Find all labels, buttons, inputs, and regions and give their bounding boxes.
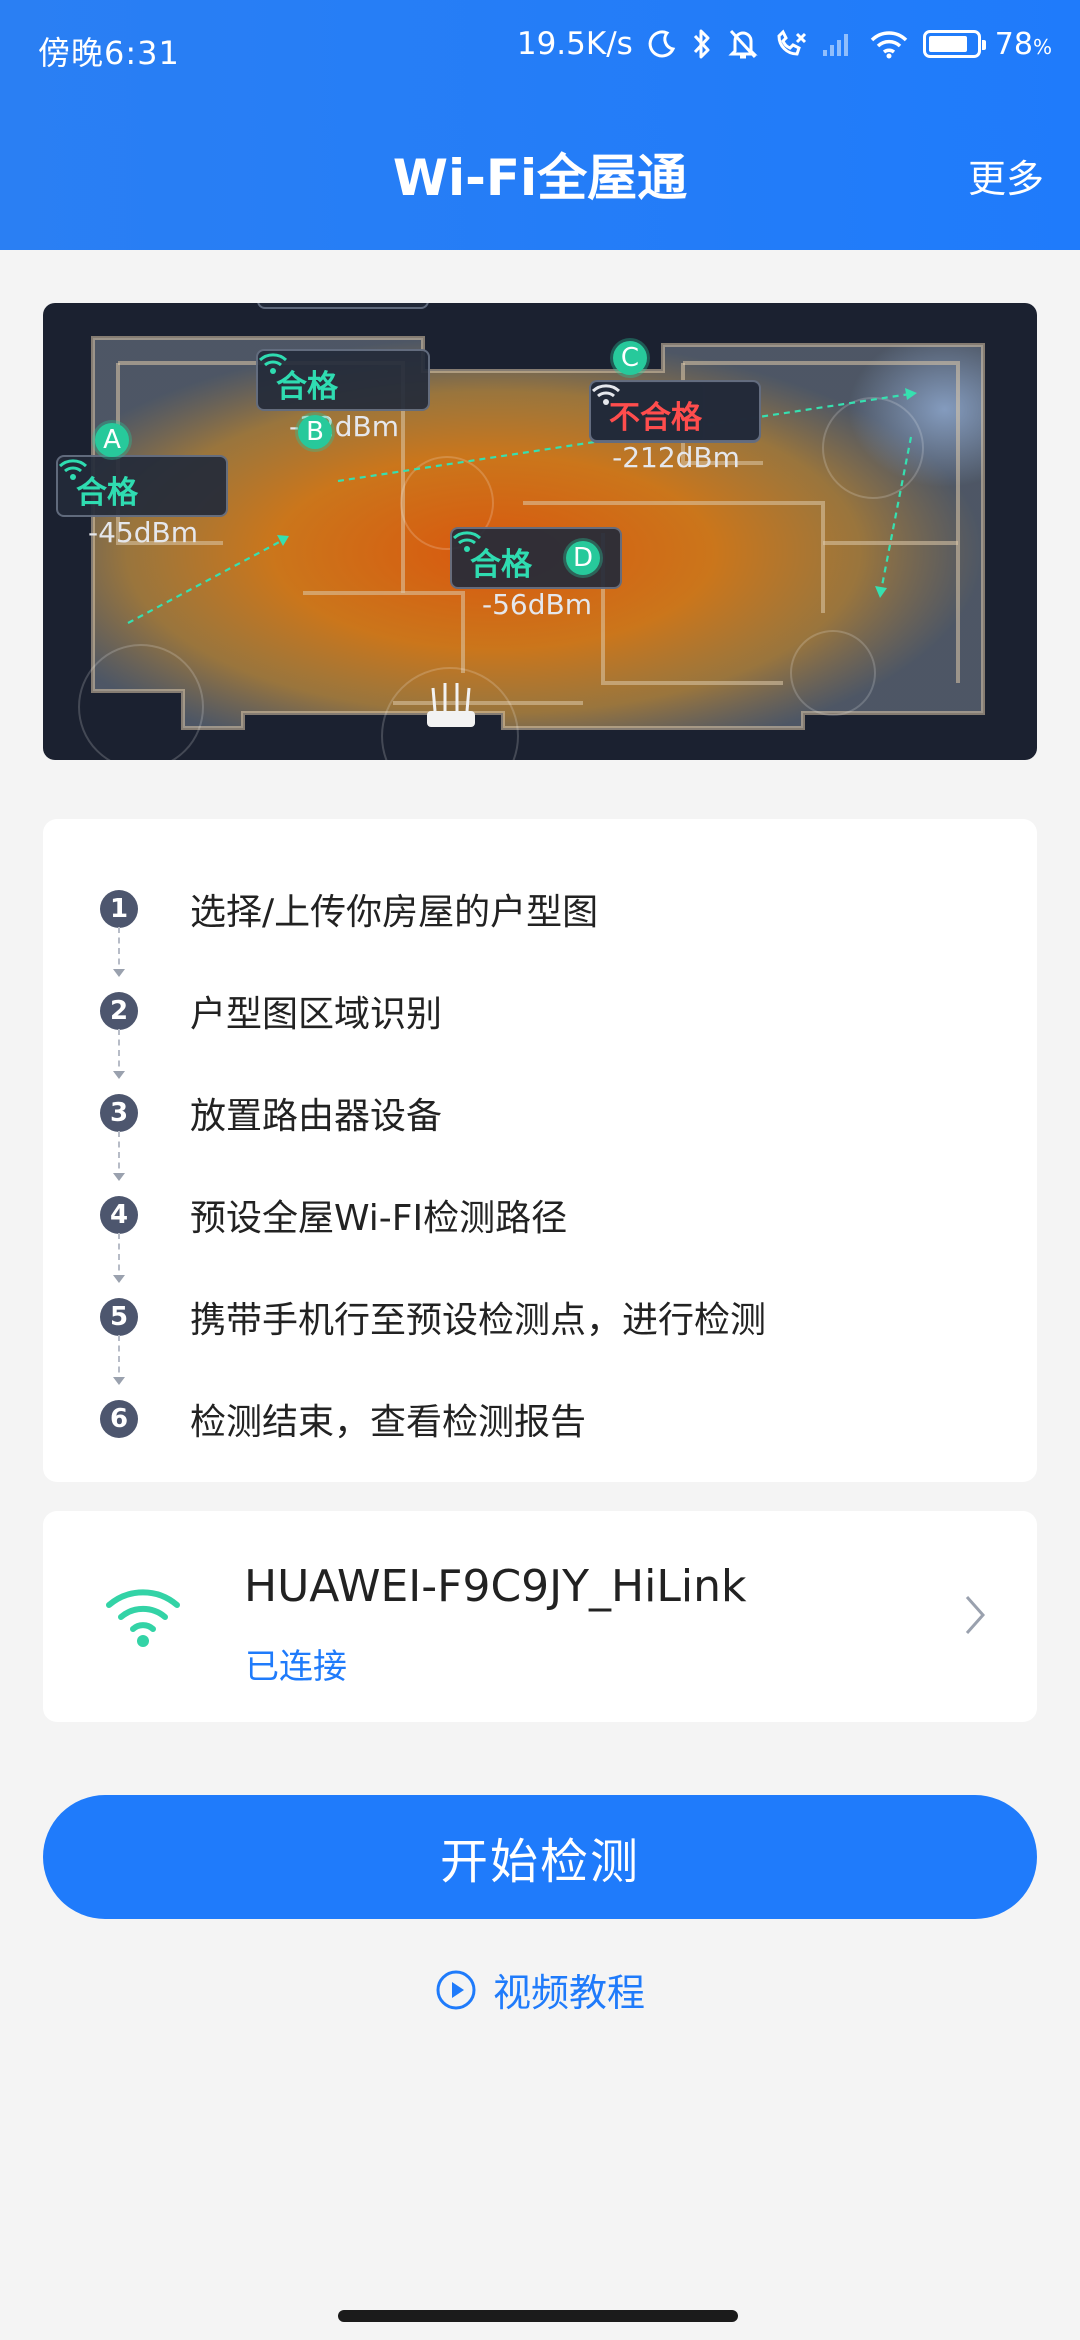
step-connector (113, 1233, 125, 1283)
point-d-marker[interactable]: D (566, 541, 600, 575)
step-item: 5 携带手机行至预设检测点，进行检测 (100, 1291, 766, 1343)
step-label: 放置路由器设备 (190, 1096, 443, 1137)
status-icons: 19.5K/s 78% (517, 26, 1052, 62)
step-number: 3 (100, 1094, 138, 1132)
video-tutorial-label: 视频教程 (492, 1971, 645, 2015)
step-item: 2 户型图区域识别 (100, 985, 442, 1037)
more-button[interactable]: 更多 (968, 148, 1044, 203)
step-label: 检测结束，查看检测报告 (190, 1402, 587, 1443)
status-bar: 傍晚6:31 19.5K/s 78% (0, 0, 1080, 100)
battery-icon (922, 30, 986, 58)
step-item: 3 放置路由器设备 (100, 1087, 442, 1139)
step-number: 5 (100, 1298, 138, 1336)
point-b-marker[interactable]: B (298, 415, 332, 449)
tooltip-point-a: 合格 -45dBm (56, 455, 228, 549)
call-forward-icon (773, 28, 807, 60)
step-connector (113, 1335, 125, 1385)
wifi-icon (58, 459, 88, 480)
page-title: Wi-Fi全屋通 (392, 149, 688, 207)
step-item: 6 检测结束，查看检测报告 (100, 1393, 586, 1445)
point-a-label: A (103, 425, 121, 455)
battery-value: 78 (994, 26, 1033, 62)
play-circle-icon (436, 1970, 476, 2009)
step-number: 2 (100, 992, 138, 1030)
floor-plan-heatmap: 合格 -45dBm A 合格 -32dBm B 不合格 -212dBm C 合格… (43, 303, 1037, 760)
step-number: 6 (100, 1400, 138, 1438)
wifi-icon (258, 353, 288, 374)
step-item: 4 预设全屋Wi-FI检测路径 (100, 1189, 567, 1241)
status-time: 傍晚6:31 (38, 34, 180, 72)
tooltip-point-b: 合格 -32dBm (256, 349, 430, 443)
point-d-label: D (572, 543, 594, 573)
point-c-label: C (620, 343, 640, 373)
moon-icon (647, 29, 677, 59)
tooltip-point-b (257, 303, 429, 309)
network-status: 已连接 (245, 1647, 347, 1687)
point-b-signal: -32dBm (289, 410, 399, 443)
step-connector (113, 1029, 125, 1079)
bell-off-icon (727, 27, 759, 61)
point-b-label: B (306, 417, 324, 447)
chevron-right-icon (963, 1593, 987, 1641)
step-connector (113, 927, 125, 977)
bluetooth-icon (691, 27, 713, 61)
connected-network-row[interactable]: HUAWEI-F9C9JY_HiLink 已连接 (43, 1511, 1037, 1722)
start-detection-button[interactable]: 开始检测 (43, 1795, 1037, 1919)
wifi-icon (591, 384, 621, 405)
steps-card: 1 选择/上传你房屋的户型图 2 户型图区域识别 3 放置路由器设备 4 预设全… (43, 819, 1037, 1482)
home-indicator[interactable] (338, 2310, 738, 2322)
point-c-signal: -212dBm (612, 441, 740, 474)
step-label: 选择/上传你房屋的户型图 (190, 892, 599, 933)
wifi-icon (452, 531, 482, 552)
video-tutorial-link[interactable]: 视频教程 (0, 1962, 1080, 2017)
step-label: 户型图区域识别 (190, 994, 443, 1035)
wifi-icon (103, 1581, 183, 1651)
battery-percent: 78% (995, 27, 1052, 62)
step-number: 4 (100, 1196, 138, 1234)
point-c-marker[interactable]: C (613, 341, 647, 375)
battery-unit: % (1032, 34, 1052, 59)
point-a-signal: -45dBm (88, 516, 198, 549)
step-connector (113, 1131, 125, 1181)
network-ssid: HUAWEI-F9C9JY_HiLink (244, 1561, 747, 1612)
step-number: 1 (100, 890, 138, 928)
tooltip-point-c-label: 不合格 -212dBm (589, 380, 761, 474)
point-c-status: 不合格 (609, 400, 702, 436)
point-d-signal: -56dBm (482, 588, 592, 621)
point-a-marker[interactable]: A (95, 423, 129, 457)
step-label: 携带手机行至预设检测点，进行检测 (190, 1300, 767, 1341)
wifi-status-icon (869, 29, 909, 59)
cell-signal-icon (821, 30, 855, 58)
app-header: 傍晚6:31 19.5K/s 78% Wi-Fi全屋通 更多 (0, 0, 1080, 250)
step-item: 1 选择/上传你房屋的户型图 (100, 883, 598, 935)
network-speed: 19.5K/s (516, 26, 633, 62)
step-label: 预设全屋Wi-FI检测路径 (190, 1198, 568, 1239)
